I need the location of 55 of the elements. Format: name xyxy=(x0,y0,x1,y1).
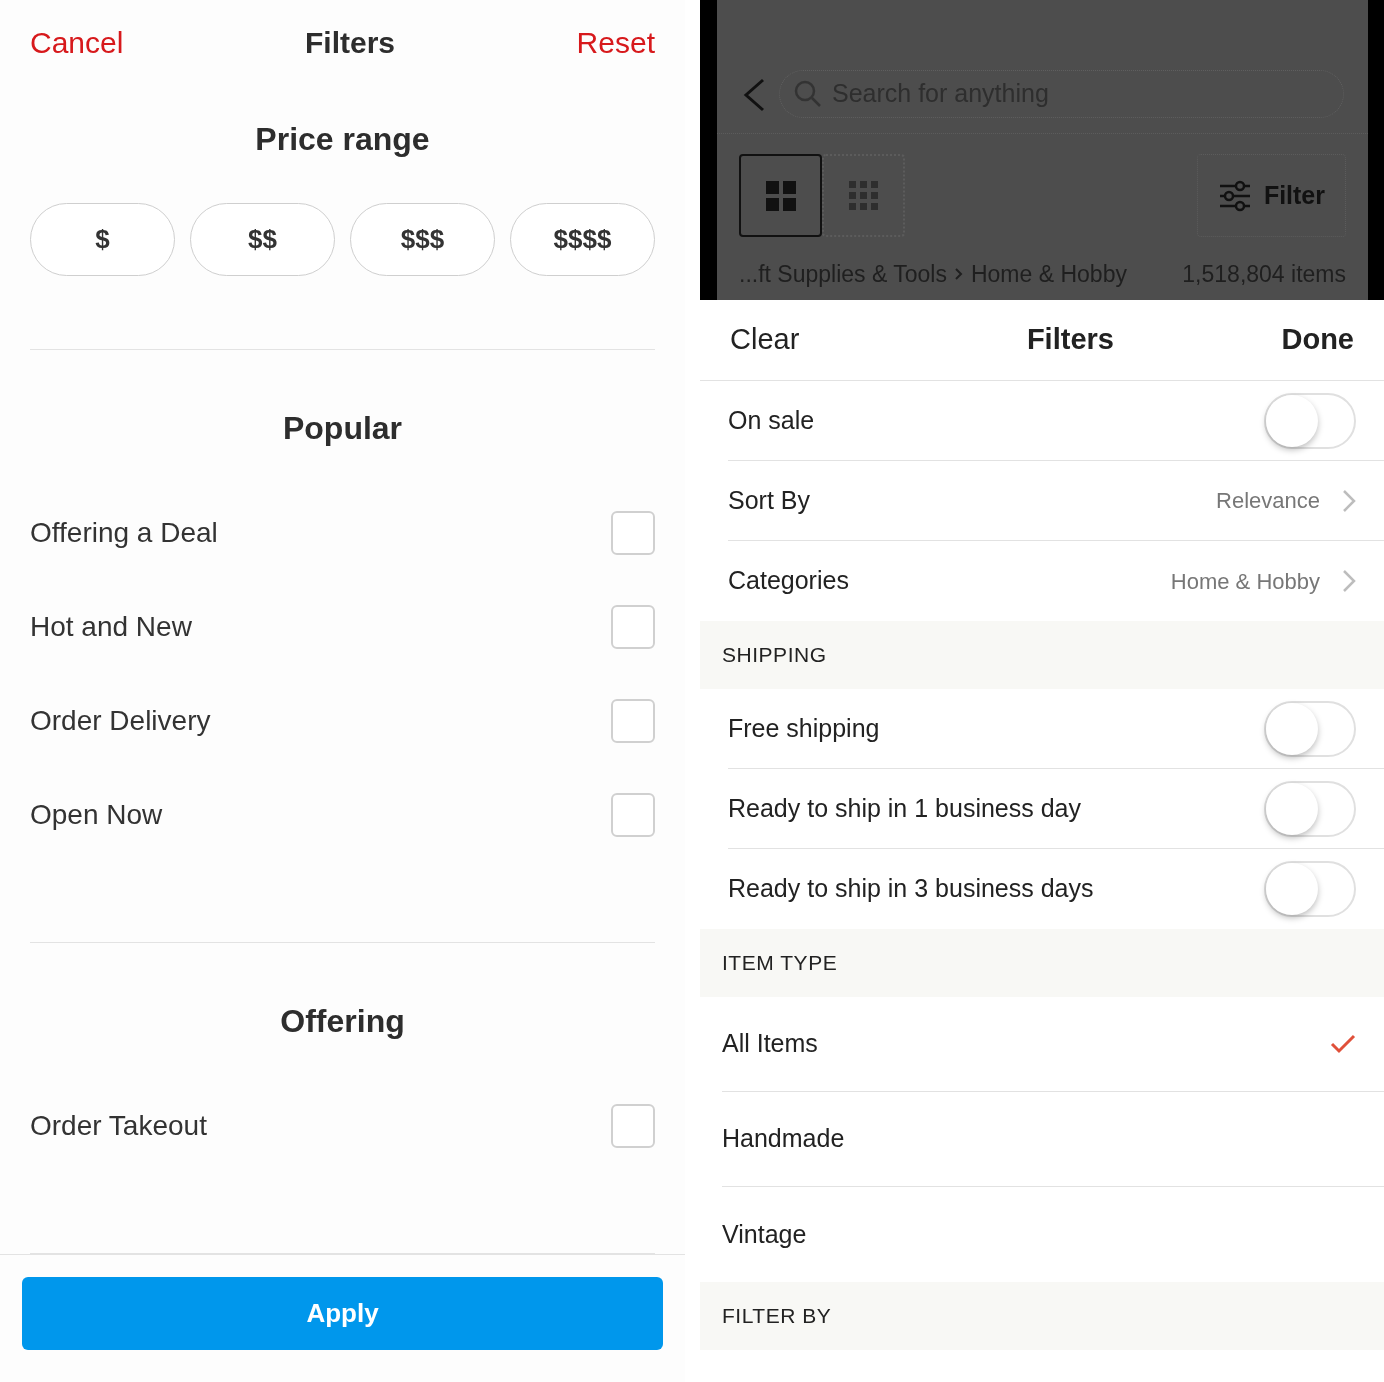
option-row[interactable]: Vintage xyxy=(722,1187,1384,1282)
section-header: ITEM TYPE xyxy=(722,950,838,977)
filter-label: Open Now xyxy=(30,798,163,832)
filter-row[interactable]: Sort By Relevance xyxy=(728,461,1384,541)
option-label: All Items xyxy=(722,1028,818,1060)
dense-grid-icon xyxy=(848,180,879,211)
price-option[interactable]: $$ xyxy=(190,203,335,276)
option-label: Handmade xyxy=(722,1123,845,1155)
option-row[interactable]: Handmade xyxy=(722,1092,1384,1187)
search-icon xyxy=(794,80,822,108)
price-option[interactable]: $$$$ xyxy=(510,203,655,276)
toggle-switch[interactable] xyxy=(1264,392,1356,449)
cancel-button[interactable]: Cancel xyxy=(30,20,124,65)
filter-label: Ready to ship in 1 business day xyxy=(728,792,1081,824)
checkbox[interactable] xyxy=(611,511,655,555)
chevron-right-icon xyxy=(1342,488,1356,513)
filter-label: Order Delivery xyxy=(30,704,211,738)
price-option[interactable]: $ xyxy=(30,203,175,276)
filter-row[interactable]: Categories Home & Hobby xyxy=(728,541,1384,621)
option-label: Vintage xyxy=(722,1218,807,1250)
section-title: Popular xyxy=(282,409,403,448)
sheet-title: Filters xyxy=(1026,322,1114,358)
filter-value: Relevance xyxy=(1216,487,1320,515)
filter-label: Categories xyxy=(728,565,849,597)
section-header: FILTER BY xyxy=(722,1303,832,1330)
chevron-right-icon xyxy=(954,268,963,281)
section-title: Offering xyxy=(280,1002,405,1041)
section-title: Price range xyxy=(255,120,430,159)
filter-label: Free shipping xyxy=(728,712,880,744)
filter-label: Order Takeout xyxy=(30,1109,207,1143)
clear-button[interactable]: Clear xyxy=(730,318,800,362)
section-header: SHIPPING xyxy=(722,642,827,669)
filter-label: Sort By xyxy=(728,484,810,516)
checkbox[interactable] xyxy=(611,699,655,743)
filter-value: Home & Hobby xyxy=(1170,567,1320,596)
header-title: Filters xyxy=(305,25,395,61)
chevron-right-icon xyxy=(1342,569,1356,593)
toggle-switch[interactable] xyxy=(1264,861,1356,917)
filter-label: Offering a Deal xyxy=(30,516,218,550)
toggle-switch[interactable] xyxy=(1264,780,1356,837)
toggle-switch[interactable] xyxy=(1264,700,1356,757)
option-row[interactable]: All Items xyxy=(722,997,1384,1092)
filter-label: Ready to ship in 3 business days xyxy=(728,873,1094,905)
checkbox[interactable] xyxy=(611,605,655,649)
reset-button[interactable]: Reset xyxy=(576,20,655,65)
done-button[interactable]: Done xyxy=(1281,318,1354,362)
grid-icon xyxy=(765,180,796,211)
checkbox[interactable] xyxy=(611,1104,655,1148)
view-toggle[interactable] xyxy=(739,154,822,237)
view-toggle[interactable] xyxy=(822,154,905,237)
filter-label: Hot and New xyxy=(30,610,192,644)
filter-label: On sale xyxy=(728,404,815,436)
sliders-icon xyxy=(1217,179,1252,212)
checkbox[interactable] xyxy=(611,793,655,837)
price-option[interactable]: $$$ xyxy=(350,203,495,276)
